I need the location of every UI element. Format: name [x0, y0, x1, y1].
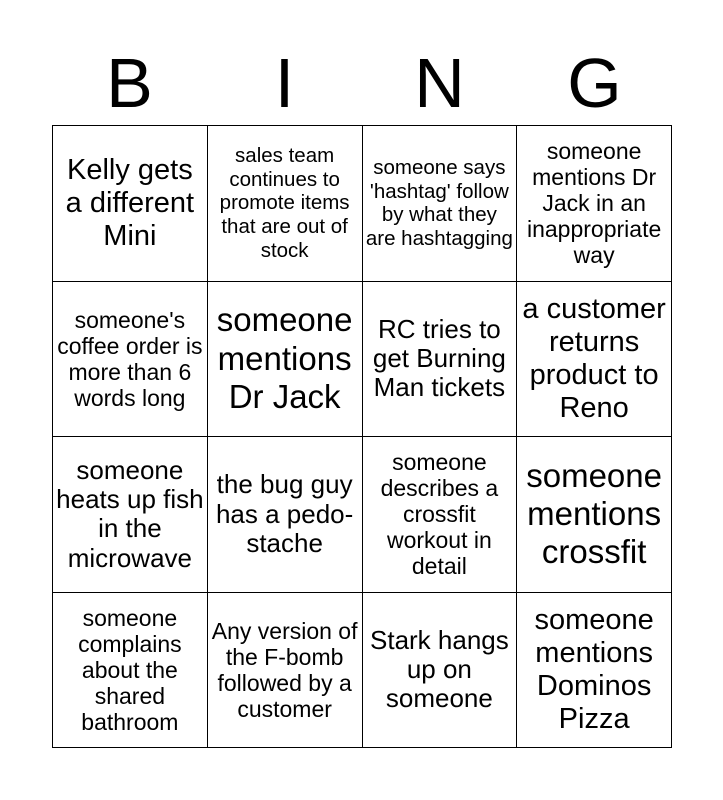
bingo-cell-text: someone complains about the shared bathr…: [78, 604, 182, 735]
header-letter-i: I: [274, 44, 295, 122]
header-letter-b: B: [106, 44, 153, 122]
bingo-card-page: B I N G Kelly gets a different Mini sale…: [0, 0, 723, 800]
bingo-cell-r2c1[interactable]: someone's coffee order is more than 6 wo…: [53, 281, 208, 437]
bingo-cell-text: Stark hangs up on someone: [370, 624, 509, 714]
header-letter-n: N: [414, 44, 465, 122]
bingo-cell-r4c4[interactable]: someone mentions Dominos Pizza: [517, 592, 672, 748]
bingo-cell-text: someone describes a crossfit workout in …: [380, 449, 499, 580]
bingo-cell-r3c4[interactable]: someone mentions crossfit: [517, 437, 672, 593]
bingo-cell-r1c2[interactable]: sales team continues to promote items th…: [207, 126, 363, 282]
bingo-cell-text: RC tries to get Burning Man tickets: [372, 313, 506, 403]
bingo-cell-r4c1[interactable]: someone complains about the shared bathr…: [53, 592, 208, 748]
bingo-cell-r4c2[interactable]: Any version of the F-bomb followed by a …: [207, 592, 363, 748]
bingo-cell-r1c4[interactable]: someone mentions Dr Jack in an inappropr…: [517, 126, 672, 282]
bingo-cell-text: a customer returns product to Reno: [522, 292, 666, 424]
bingo-cell-text: the bug guy has a pedo-stache: [215, 469, 354, 558]
bingo-cell-r3c1[interactable]: someone heats up fish in the microwave: [53, 437, 208, 593]
bingo-cell-text: someone mentions Dr Jack in an inappropr…: [526, 138, 662, 269]
bingo-cell-r1c3[interactable]: someone says 'hashtag' follow by what th…: [362, 126, 518, 282]
bingo-cell-text: someone's coffee order is more than 6 wo…: [57, 306, 203, 411]
bingo-cell-r3c2[interactable]: the bug guy has a pedo-stache: [207, 437, 363, 593]
bingo-cell-r4c3[interactable]: Stark hangs up on someone: [362, 592, 518, 748]
bingo-cell-text: someone mentions crossfit: [526, 456, 662, 571]
bingo-cell-text: Any version of the F-bomb followed by a …: [211, 617, 358, 722]
header-letter-g: G: [567, 44, 622, 122]
bingo-cell-text: someone heats up fish in the microwave: [56, 454, 204, 573]
bingo-cell-r1c1[interactable]: Kelly gets a different Mini: [53, 126, 208, 282]
bingo-cell-text: someone mentions Dr Jack: [216, 301, 353, 415]
bingo-cell-text: someone mentions Dominos Pizza: [534, 603, 654, 735]
bingo-header-letters: B I N G: [52, 44, 672, 122]
bingo-cell-text: someone says 'hashtag' follow by what th…: [365, 156, 513, 250]
bingo-cell-r2c2[interactable]: someone mentions Dr Jack: [207, 281, 363, 437]
bingo-grid: Kelly gets a different Mini sales team c…: [52, 125, 672, 748]
bingo-cell-r3c3[interactable]: someone describes a crossfit workout in …: [362, 437, 518, 593]
bingo-cell-text: sales team continues to promote items th…: [219, 144, 350, 262]
bingo-cell-r2c3[interactable]: RC tries to get Burning Man tickets: [362, 281, 518, 437]
bingo-cell-r2c4[interactable]: a customer returns product to Reno: [517, 281, 672, 437]
bingo-cell-text: Kelly gets a different Mini: [65, 153, 195, 252]
